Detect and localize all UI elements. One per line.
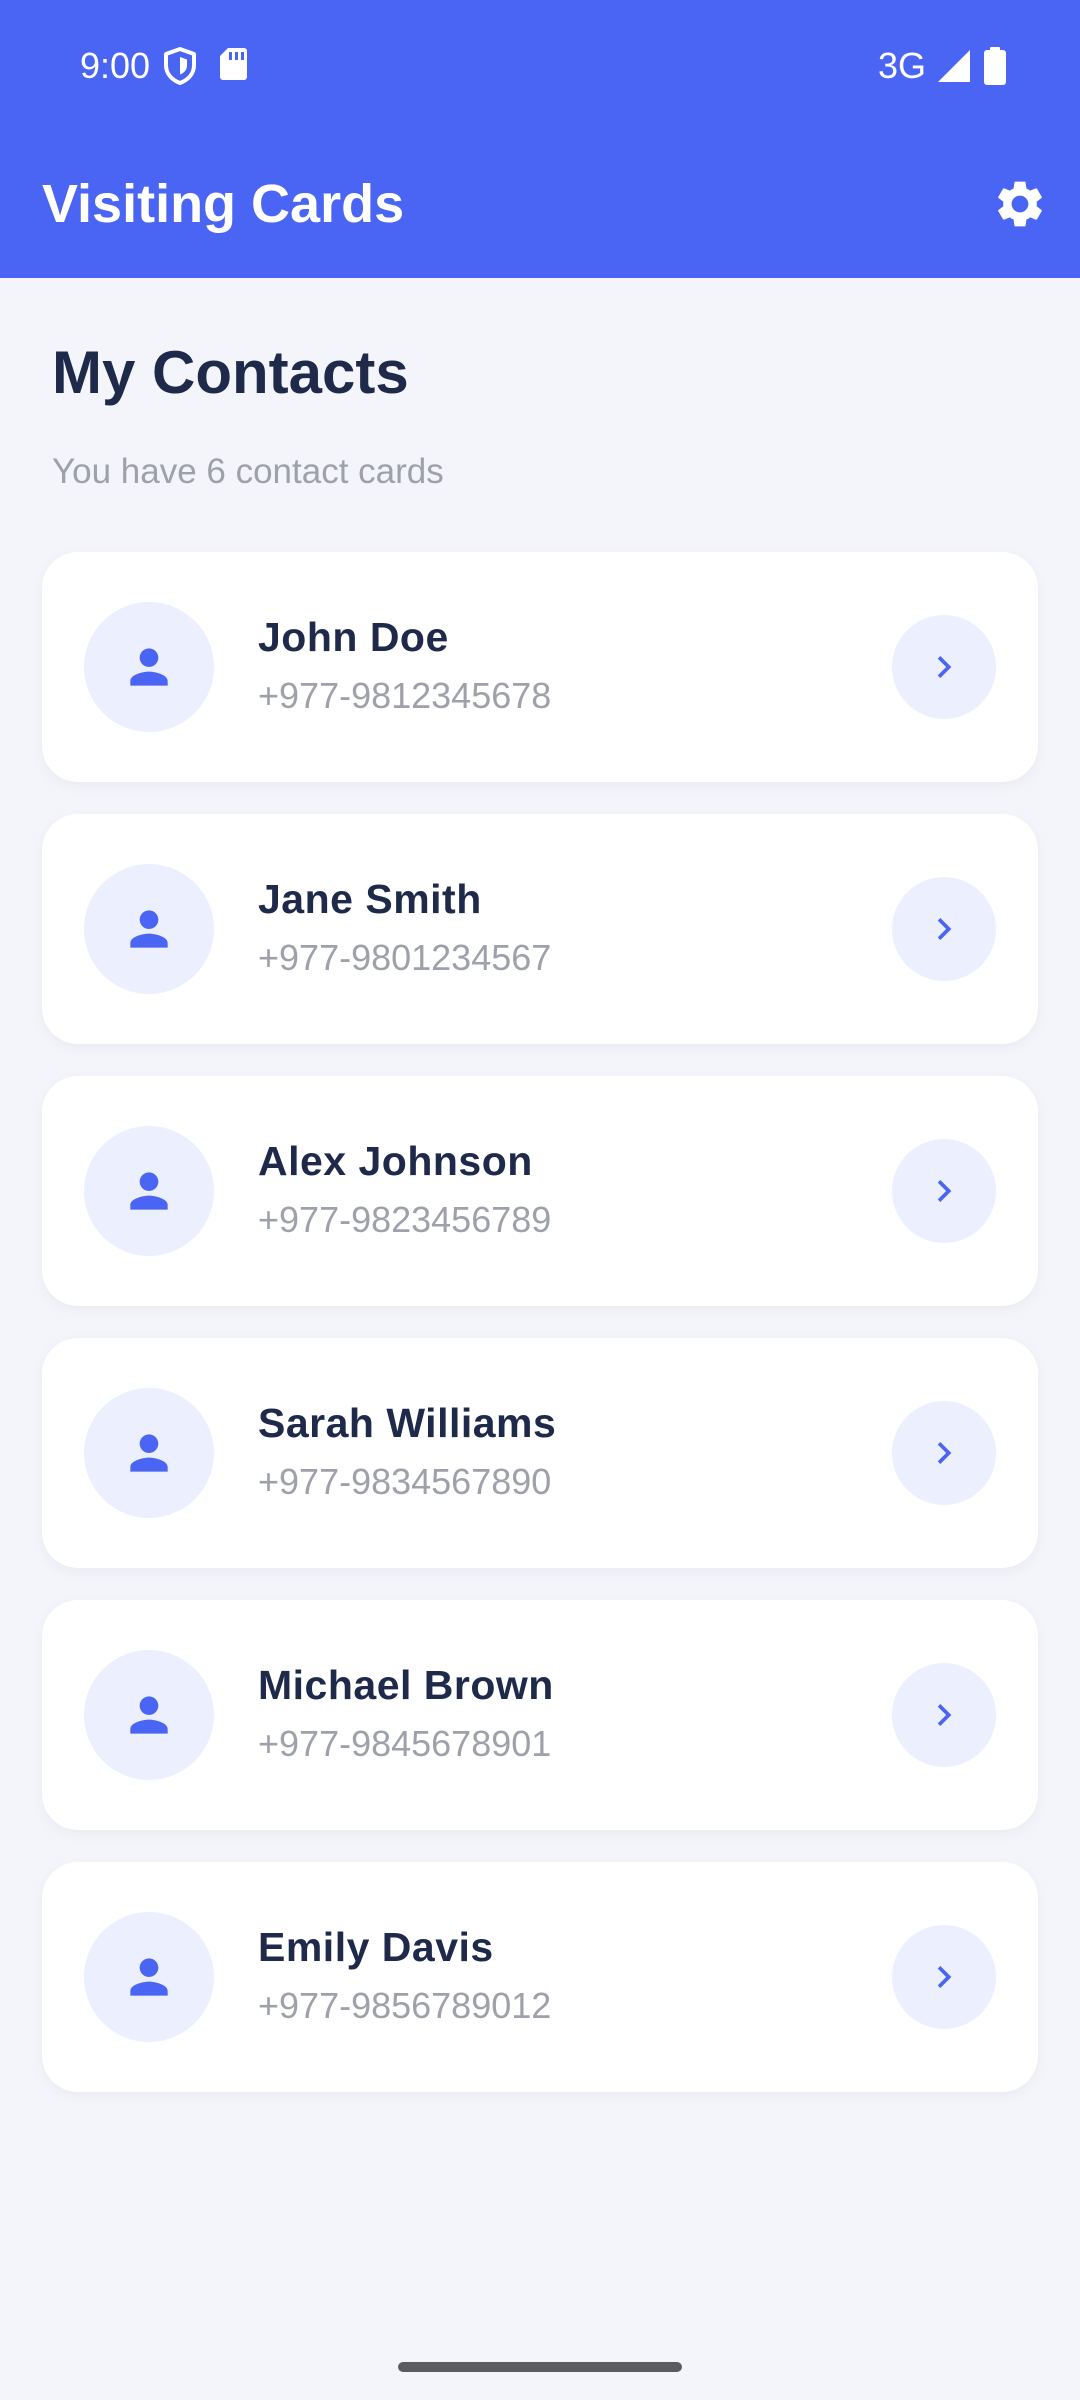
open-contact-button[interactable]	[892, 877, 996, 981]
contact-list: John Doe +977-9812345678 Jane Smith +977…	[42, 552, 1038, 2124]
open-contact-button[interactable]	[892, 1925, 996, 2029]
contact-phone: +977-9856789012	[258, 1985, 552, 2026]
avatar	[84, 602, 214, 732]
contact-card[interactable]: Alex Johnson +977-9823456789	[42, 1076, 1038, 1306]
chevron-right-icon	[922, 1693, 966, 1737]
contact-name: Emily Davis	[258, 1924, 494, 1970]
top-bar: 9:00 3G Visiting Cards	[0, 0, 1080, 278]
chevron-right-icon	[922, 645, 966, 689]
avatar	[84, 1650, 214, 1780]
status-bar: 9:00 3G	[0, 0, 1080, 130]
person-icon	[121, 1425, 177, 1481]
avatar	[84, 1912, 214, 2042]
contact-card[interactable]: Emily Davis +977-9856789012	[42, 1862, 1038, 2092]
contact-name: Jane Smith	[258, 876, 482, 922]
person-icon	[121, 1687, 177, 1743]
contact-card[interactable]: Sarah Williams +977-9834567890	[42, 1338, 1038, 1568]
contact-name: Alex Johnson	[258, 1138, 533, 1184]
person-icon	[121, 639, 177, 695]
contact-name: John Doe	[258, 614, 449, 660]
shield-icon	[162, 46, 198, 86]
settings-button[interactable]	[988, 172, 1052, 236]
contact-phone: +977-9801234567	[258, 937, 552, 978]
chevron-right-icon	[922, 907, 966, 951]
contact-card[interactable]: Jane Smith +977-9801234567	[42, 814, 1038, 1044]
chevron-right-icon	[922, 1955, 966, 1999]
home-indicator[interactable]	[398, 2362, 682, 2372]
page-subtitle: You have 6 contact cards	[52, 452, 444, 491]
avatar	[84, 1388, 214, 1518]
sd-card-icon	[218, 46, 248, 86]
person-icon	[121, 1949, 177, 2005]
gear-icon	[992, 176, 1048, 232]
contact-phone: +977-9834567890	[258, 1461, 552, 1502]
open-contact-button[interactable]	[892, 1401, 996, 1505]
avatar	[84, 1126, 214, 1256]
contact-phone: +977-9823456789	[258, 1199, 552, 1240]
network-type: 3G	[877, 45, 926, 86]
contact-name: Michael Brown	[258, 1662, 554, 1708]
contact-phone: +977-9845678901	[258, 1723, 552, 1764]
open-contact-button[interactable]	[892, 1139, 996, 1243]
status-left-icons	[162, 46, 248, 86]
chevron-right-icon	[922, 1431, 966, 1475]
signal-icon	[936, 48, 972, 84]
open-contact-button[interactable]	[892, 615, 996, 719]
battery-icon	[982, 46, 1008, 86]
page-title: My Contacts	[52, 339, 409, 406]
status-right: 3G	[878, 44, 1008, 88]
avatar	[84, 864, 214, 994]
person-icon	[121, 901, 177, 957]
contact-card[interactable]: Michael Brown +977-9845678901	[42, 1600, 1038, 1830]
person-icon	[121, 1163, 177, 1219]
contact-phone: +977-9812345678	[258, 675, 552, 716]
app-bar: Visiting Cards	[0, 130, 1080, 278]
chevron-right-icon	[922, 1169, 966, 1213]
app-title: Visiting Cards	[42, 174, 405, 234]
contact-name: Sarah Williams	[258, 1400, 557, 1446]
open-contact-button[interactable]	[892, 1663, 996, 1767]
contact-card[interactable]: John Doe +977-9812345678	[42, 552, 1038, 782]
status-time: 9:00	[80, 45, 151, 86]
